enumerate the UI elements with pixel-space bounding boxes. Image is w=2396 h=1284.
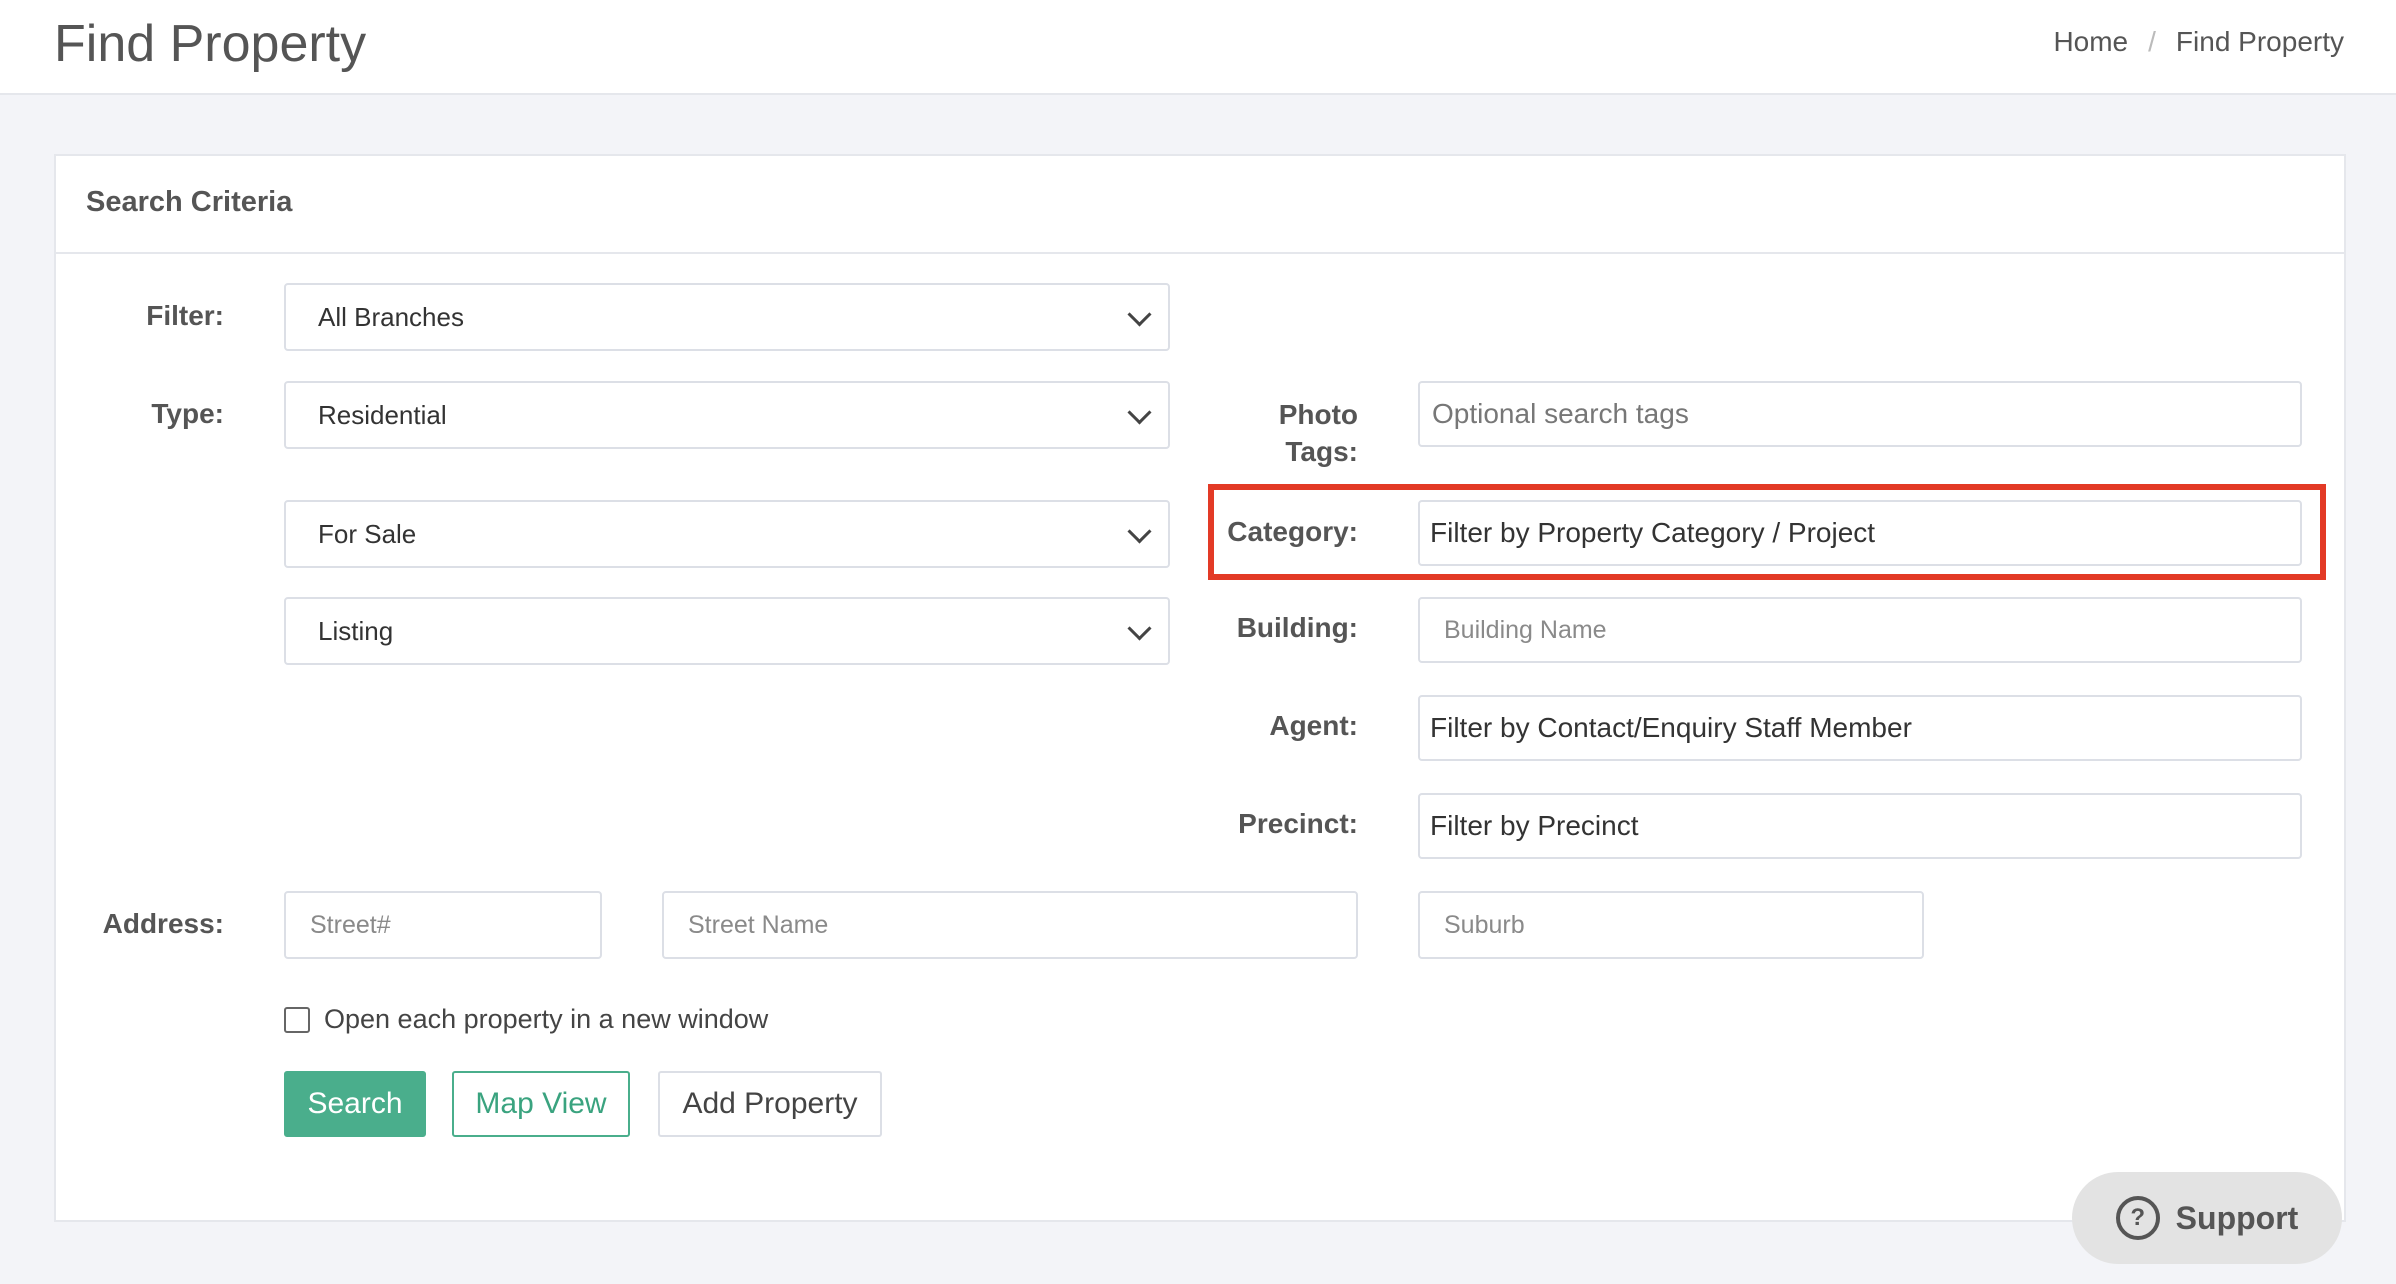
photo-tags-label-line2: Tags: — [1285, 436, 1358, 467]
card-title: Search Criteria — [86, 186, 293, 218]
breadcrumb-home-link[interactable]: Home — [2053, 26, 2128, 58]
add-property-button[interactable]: Add Property — [658, 1071, 882, 1137]
precinct-label: Precinct: — [1238, 808, 1358, 839]
status-select-value: Listing — [318, 615, 394, 646]
chevron-down-icon — [1127, 519, 1152, 544]
new-window-checkbox[interactable] — [284, 1006, 310, 1033]
support-button[interactable]: ? Support — [2072, 1172, 2342, 1264]
street-number-input[interactable]: Street# — [284, 891, 602, 959]
search-button[interactable]: Search — [284, 1071, 426, 1137]
support-label: Support — [2175, 1199, 2299, 1236]
filter-label: Filter: — [146, 300, 224, 331]
chevron-down-icon — [1127, 302, 1152, 327]
type-select[interactable]: Residential — [284, 381, 1170, 449]
agent-input[interactable]: Filter by Contact/Enquiry Staff Member — [1418, 695, 2302, 761]
question-circle-icon: ? — [2115, 1196, 2160, 1240]
category-highlight-box — [1208, 484, 2326, 580]
status-select[interactable]: Listing — [284, 597, 1170, 665]
building-label: Building: — [1236, 612, 1358, 643]
new-window-option: Open each property in a new window — [284, 1004, 768, 1035]
chevron-down-icon — [1127, 400, 1152, 425]
sale-type-select-value: For Sale — [318, 518, 417, 549]
street-name-input[interactable]: Street Name — [662, 891, 1358, 959]
building-input[interactable]: Building Name — [1418, 597, 2302, 663]
filter-select-value: All Branches — [318, 301, 464, 332]
chevron-down-icon — [1127, 616, 1152, 641]
sale-type-select[interactable]: For Sale — [284, 500, 1170, 568]
breadcrumb-current: Find Property — [2175, 26, 2344, 57]
agent-label: Agent: — [1269, 710, 1358, 741]
new-window-label: Open each property in a new window — [324, 1004, 769, 1034]
page-title: Find Property — [54, 15, 367, 73]
type-select-value: Residential — [318, 399, 447, 430]
photo-tags-label: Photo Tags: — [1200, 396, 1358, 470]
address-label: Address: — [102, 908, 224, 939]
photo-tags-input[interactable]: Optional search tags — [1418, 381, 2302, 447]
filter-select[interactable]: All Branches — [284, 283, 1170, 351]
precinct-input[interactable]: Filter by Precinct — [1418, 793, 2302, 859]
type-label: Type: — [151, 398, 224, 429]
photo-tags-label-line1: Photo — [1278, 399, 1358, 430]
suburb-input[interactable]: Suburb — [1418, 891, 1924, 959]
breadcrumb: Home / Find Property — [2053, 26, 2344, 58]
map-view-button[interactable]: Map View — [452, 1071, 630, 1137]
top-bar: Find Property Home / Find Property — [0, 0, 2396, 95]
card-header: Search Criteria — [56, 156, 2344, 254]
breadcrumb-separator: / — [2148, 26, 2156, 57]
